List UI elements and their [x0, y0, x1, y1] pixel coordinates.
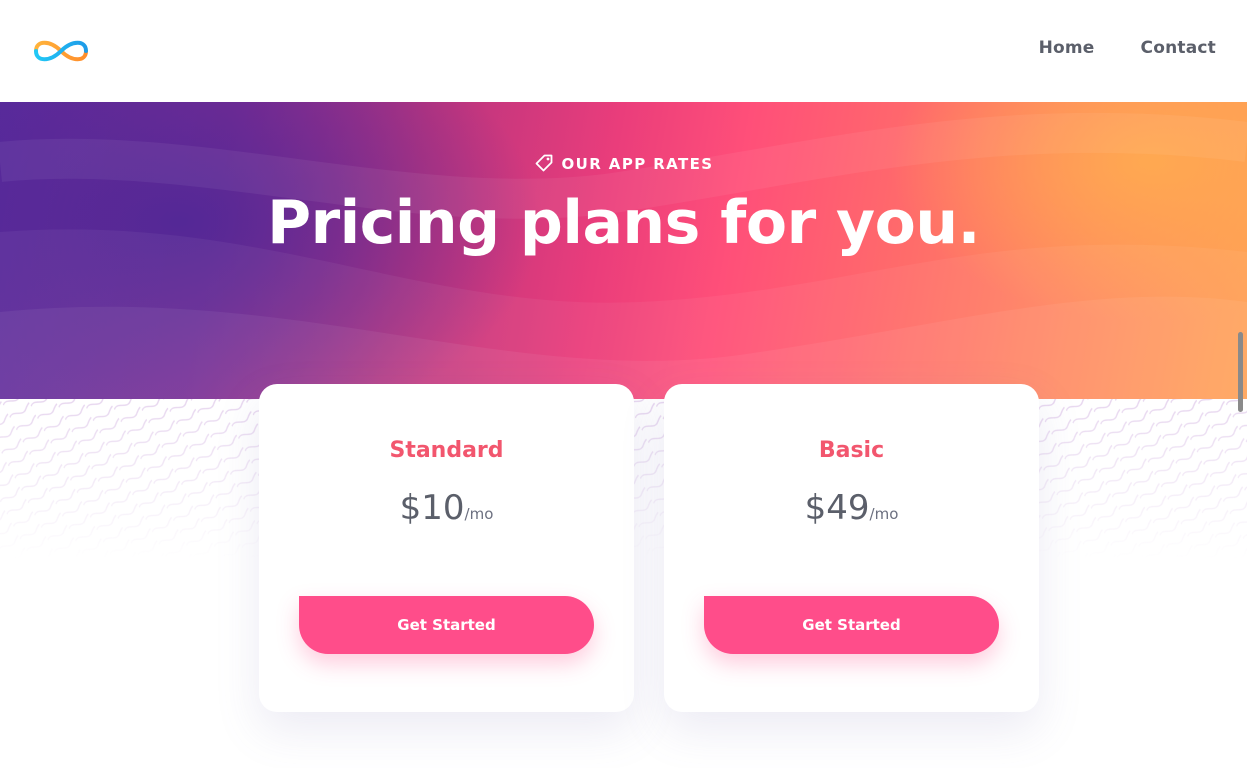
section-eyebrow: OUR APP RATES: [0, 153, 1247, 173]
page-title: Pricing plans for you.: [267, 188, 980, 258]
pricing-card-standard: Standard $10/mo Get Started: [259, 384, 634, 712]
plan-price: $10/mo: [259, 488, 634, 528]
nav-home-link[interactable]: Home: [1039, 38, 1095, 58]
get-started-button[interactable]: Get Started: [299, 596, 594, 654]
price-tag-icon: [535, 154, 552, 172]
plan-name: Basic: [818, 438, 885, 463]
price-amount: $49: [804, 488, 870, 528]
plan-price: $49/mo: [664, 488, 1039, 528]
scrollbar-thumb[interactable]: [1238, 332, 1243, 412]
eyebrow-label: OUR APP RATES: [561, 155, 714, 173]
main-nav: Home Contact: [1039, 38, 1216, 58]
site-header: Home Contact: [0, 0, 1247, 102]
plan-name: Standard: [389, 438, 504, 463]
nav-contact-link[interactable]: Contact: [1141, 38, 1216, 58]
pricing-card-basic: Basic $49/mo Get Started: [664, 384, 1039, 712]
price-amount: $10: [399, 488, 465, 528]
infinity-logo-icon[interactable]: [28, 33, 94, 69]
pricing-hero: OUR APP RATES Pricing plans for you.: [0, 102, 1247, 399]
get-started-button[interactable]: Get Started: [704, 596, 999, 654]
price-period: /mo: [464, 505, 494, 523]
price-period: /mo: [869, 505, 899, 523]
